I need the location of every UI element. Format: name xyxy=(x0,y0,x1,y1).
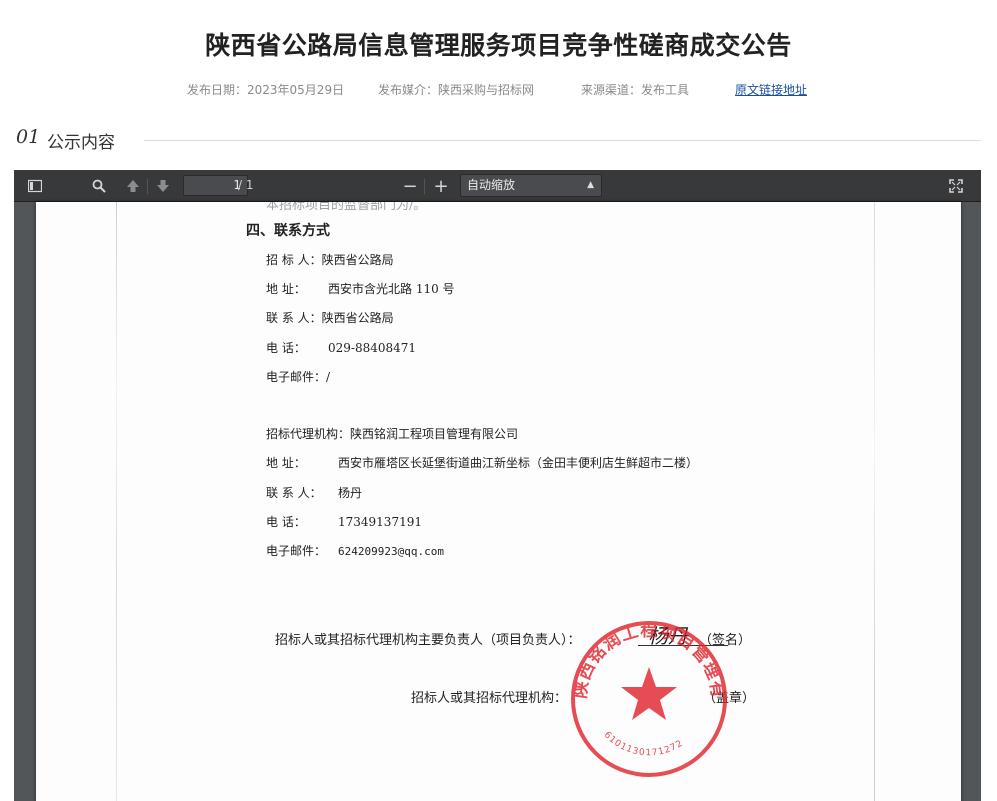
pdf-page: 本招标项目的监督部门为/。 四、联系方式 招 标 人：陕西省公路局 地 址： 西安… xyxy=(36,202,961,801)
search-icon xyxy=(92,179,106,193)
sidebar-toggle-button[interactable] xyxy=(24,170,46,202)
next-page-button[interactable] xyxy=(152,170,174,202)
previous-page-button[interactable] xyxy=(122,170,144,202)
section-header: 01 公示内容 xyxy=(16,126,981,154)
agency-email-row: 电子邮件： 624209923@qq.com xyxy=(266,544,444,558)
next-page-icon xyxy=(157,180,169,192)
original-link[interactable]: 原文链接地址 xyxy=(735,83,807,97)
seal-number: 6101130171272 xyxy=(602,730,685,758)
publish-media: 发布媒介：陕西采购与招标网 xyxy=(378,83,535,97)
company-seal: 陕西铭润工程项目管理有限公司 6101130171272 xyxy=(564,607,727,777)
zoom-select[interactable]: 自动缩放 ▲︎ xyxy=(460,174,602,197)
search-button[interactable] xyxy=(88,170,110,202)
fullscreen-icon xyxy=(949,179,963,193)
chevron-updown-icon: ▲︎ xyxy=(587,180,594,190)
tenderer-contact-row: 联 系 人：陕西省公路局 xyxy=(266,311,394,325)
cut-off-line: 本招标项目的监督部门为/。 xyxy=(266,202,427,213)
agency-phone-row: 电 话： 17349137191 xyxy=(266,515,422,529)
tenderer-phone-row: 电 话： 029-88408471 xyxy=(266,341,417,355)
section-number: 01 xyxy=(16,126,41,148)
pdf-toolbar: 1 / 1 − + 自动缩放 ▲︎ xyxy=(14,170,981,202)
pdf-page-area[interactable]: 本招标项目的监督部门为/。 四、联系方式 招 标 人：陕西省公路局 地 址： 西安… xyxy=(14,202,981,801)
tenderer-name-row: 招 标 人：陕西省公路局 xyxy=(266,253,394,267)
signatory-line: 招标人或其招标代理机构主要负责人（项目负责人）： xyxy=(275,633,581,648)
page-total: / 1 xyxy=(238,178,254,192)
section-divider xyxy=(144,140,981,141)
seal-line: 招标人或其招标代理机构： xyxy=(411,691,568,706)
agency-address-row: 地 址： 西安市雁塔区长延堡街道曲江新坐标（金田丰便利店生鲜超市二楼） xyxy=(266,456,699,470)
source-channel: 来源渠道：发布工具 xyxy=(581,83,690,97)
zoom-select-value: 自动缩放 xyxy=(467,178,516,192)
sidebar-toggle-icon xyxy=(28,179,42,193)
page-title: 陕西省公路局信息管理服务项目竞争性磋商成交公告 xyxy=(205,31,792,60)
agency-name-row: 招标代理机构：陕西铭润工程项目管理有限公司 xyxy=(266,427,519,441)
fullscreen-button[interactable] xyxy=(945,170,967,202)
pdf-viewer: 1 / 1 − + 自动缩放 ▲︎ 本招标项目的监督部门为/。 四、联系方式 招… xyxy=(14,170,981,801)
zoom-in-button[interactable]: + xyxy=(431,170,451,202)
agency-contact-row: 联 系 人： 杨丹 xyxy=(266,486,363,500)
zoom-out-button[interactable]: − xyxy=(400,170,420,202)
previous-page-icon xyxy=(127,180,139,192)
section-title: 公示内容 xyxy=(47,133,115,153)
tenderer-email-row: 电子邮件：/ xyxy=(266,370,331,384)
svg-text:6101130171272: 6101130171272 xyxy=(602,730,686,758)
tenderer-address-row: 地 址： 西安市含光北路 110 号 xyxy=(266,282,455,296)
contact-heading: 四、联系方式 xyxy=(246,223,330,239)
publish-date: 发布日期：2023年05月29日 xyxy=(187,83,345,97)
